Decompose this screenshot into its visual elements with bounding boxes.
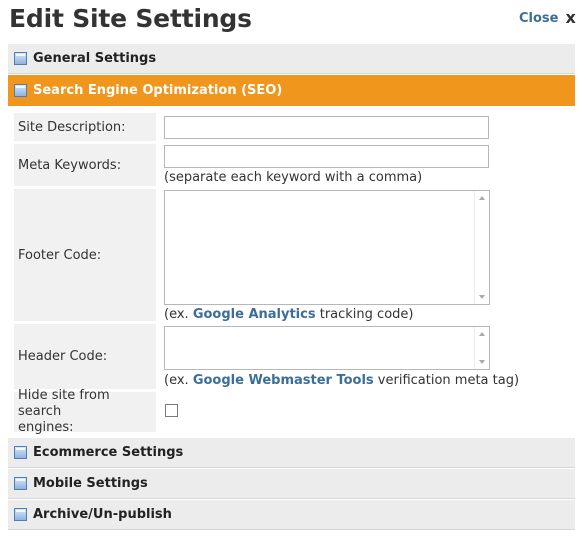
meta-keywords-hint: (separate each keyword with a comma) [164,170,423,185]
site-description-label: Site Description: [14,113,156,141]
hide-search-checkbox[interactable] [165,404,178,417]
section-ecommerce-settings[interactable]: Ecommerce Settings [8,438,575,468]
section-mobile-settings[interactable]: Mobile Settings [8,469,575,499]
meta-keywords-label: Meta Keywords: [14,144,156,186]
scroll-down-arrow-icon[interactable] [479,360,485,364]
close-label: Close [519,10,559,26]
hide-search-label-line1: Hide site from search [18,388,110,419]
hint-suffix: verification meta tag) [373,373,520,388]
hint-prefix: (ex. [164,307,193,322]
section-icon [14,52,27,65]
section-label: Archive/Un-publish [33,507,172,522]
close-link[interactable]: Close x [519,10,576,26]
section-icon [14,477,27,490]
section-icon [14,508,27,521]
footer-code-scrollbar[interactable] [474,191,489,304]
hint-suffix: tracking code) [315,307,414,322]
header-code-label: Header Code: [14,324,156,389]
hide-search-label: Hide site from search engines: [14,388,156,435]
header-code-textarea[interactable] [164,326,490,370]
section-label: Mobile Settings [33,476,148,491]
footer-code-hint: (ex. Google Analytics tracking code) [164,307,413,322]
hide-search-label-line2: engines: [18,420,74,435]
section-general-settings[interactable]: General Settings [8,44,575,74]
scroll-up-arrow-icon[interactable] [479,196,485,200]
meta-keywords-input[interactable] [164,145,489,168]
header-code-hint: (ex. Google Webmaster Tools verification… [164,373,519,388]
close-icon: x [565,8,576,27]
footer-code-textarea[interactable] [164,190,490,305]
page-title: Edit Site Settings [9,4,252,33]
google-analytics-link[interactable]: Google Analytics [193,307,316,322]
section-archive-unpublish[interactable]: Archive/Un-publish [8,500,575,530]
section-icon [14,84,27,97]
section-icon [14,446,27,459]
section-label: Ecommerce Settings [33,445,184,460]
scroll-up-arrow-icon[interactable] [479,332,485,336]
hint-prefix: (ex. [164,373,193,388]
google-webmaster-tools-link[interactable]: Google Webmaster Tools [193,373,374,388]
section-label: Search Engine Optimization (SEO) [33,83,283,98]
section-label: General Settings [33,51,157,66]
footer-code-label: Footer Code: [14,189,156,321]
site-description-input[interactable] [164,116,489,139]
section-seo[interactable]: Search Engine Optimization (SEO) [8,75,575,106]
scroll-down-arrow-icon[interactable] [479,295,485,299]
header-code-scrollbar[interactable] [474,327,489,369]
